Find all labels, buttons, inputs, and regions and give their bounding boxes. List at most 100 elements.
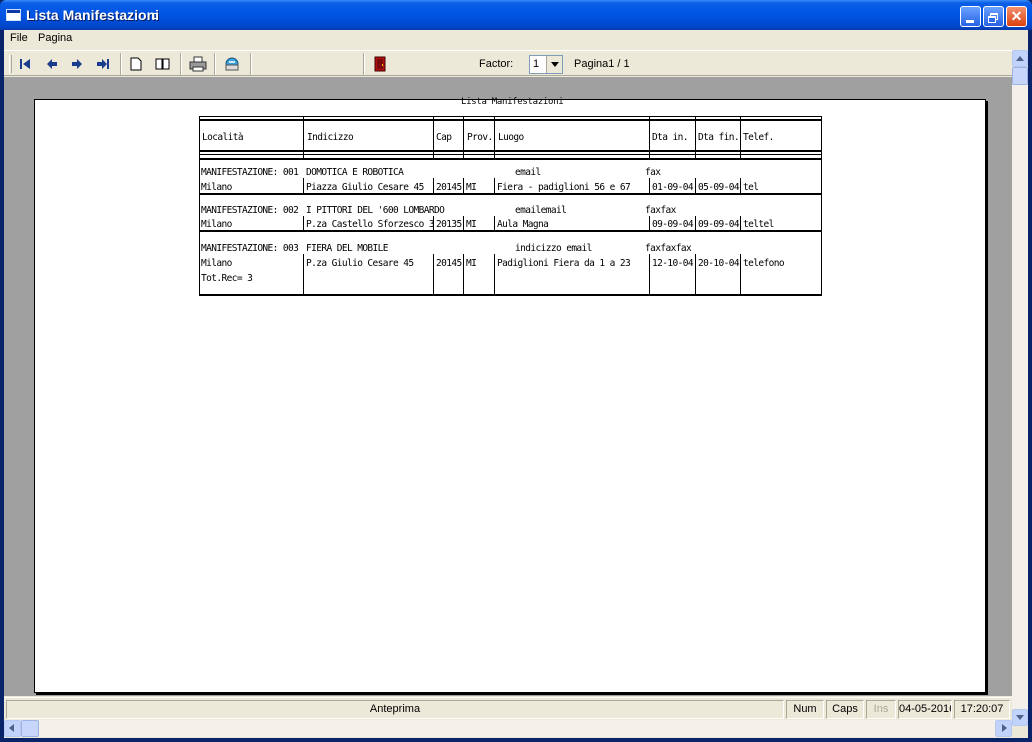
group-header: MANIFESTAZIONE: 003 bbox=[201, 243, 299, 254]
col-rule bbox=[303, 254, 304, 296]
scroll-down-icon[interactable] bbox=[1012, 709, 1028, 726]
cell-dta-fin: 20-10-04 bbox=[698, 258, 740, 269]
col-rule bbox=[494, 216, 495, 231]
cell-dta-fin: 09-09-04 bbox=[698, 219, 740, 230]
group-email: emailemail bbox=[515, 205, 567, 216]
cell-luogo: Fiera - padiglioni 56 e 67 bbox=[497, 182, 631, 193]
col-rule bbox=[463, 178, 464, 194]
col-header-dta-fin: Dta fin. bbox=[698, 132, 740, 143]
toolbar: Factor: 1 Pagina1 / 1 bbox=[4, 50, 1012, 76]
title-marker-icon bbox=[152, 13, 158, 19]
rule bbox=[199, 150, 822, 152]
col-header-indirizzo: Indicizzo bbox=[307, 132, 354, 143]
col-header-dta-in: Dta in. bbox=[652, 132, 688, 143]
col-rule bbox=[303, 116, 304, 160]
col-header-localita: Località bbox=[202, 132, 244, 143]
exit-door-icon bbox=[374, 56, 386, 72]
cell-telef: tel bbox=[743, 182, 759, 193]
single-page-button[interactable] bbox=[126, 54, 146, 74]
two-pages-icon bbox=[155, 58, 170, 70]
factor-select[interactable]: 1 bbox=[529, 55, 563, 74]
cell-dta-in: 12-10-04 bbox=[652, 258, 694, 269]
prev-page-icon bbox=[47, 59, 57, 69]
printer-icon bbox=[189, 56, 207, 72]
status-num: Num bbox=[786, 700, 824, 719]
toolbar-grip[interactable] bbox=[9, 55, 12, 73]
cell-prov: MI bbox=[466, 182, 477, 193]
two-pages-button[interactable] bbox=[153, 54, 173, 74]
group-email: indicizzo email bbox=[515, 243, 592, 254]
col-rule bbox=[740, 216, 741, 231]
col-rule bbox=[740, 116, 741, 160]
col-rule bbox=[494, 178, 495, 194]
page-indicator: Pagina1 / 1 bbox=[574, 58, 630, 70]
cell-indirizzo: Piazza Giulio Cesare 45 bbox=[306, 182, 424, 193]
minimize-icon bbox=[966, 20, 974, 23]
cell-dta-fin: 05-09-04 bbox=[698, 182, 740, 193]
horizontal-scroll-thumb[interactable] bbox=[21, 720, 39, 737]
status-main: Anteprima bbox=[6, 700, 784, 719]
cell-localita: Milano bbox=[201, 182, 232, 193]
col-rule bbox=[821, 116, 822, 296]
close-button[interactable]: ✕ bbox=[1006, 6, 1027, 27]
first-page-button[interactable] bbox=[16, 54, 36, 74]
cell-prov: MI bbox=[466, 219, 477, 230]
group-rule bbox=[199, 230, 822, 232]
title-bar[interactable]: Lista Manifestazioni ✕ bbox=[0, 0, 1032, 30]
scroll-left-icon[interactable] bbox=[4, 720, 21, 737]
next-page-button[interactable] bbox=[67, 54, 87, 74]
col-rule bbox=[740, 178, 741, 194]
report-title: Lista Manifestazioni bbox=[461, 97, 564, 107]
col-rule bbox=[649, 254, 650, 296]
group-rule bbox=[199, 294, 822, 296]
preview-area[interactable]: Lista Manifestazioni Località Indicizzo … bbox=[4, 77, 1012, 696]
col-rule bbox=[649, 178, 650, 194]
prev-page-button[interactable] bbox=[42, 54, 62, 74]
cell-cap: 20145 bbox=[436, 182, 462, 193]
export-icon bbox=[225, 57, 239, 71]
group-fax: faxfax bbox=[645, 205, 676, 216]
col-rule bbox=[695, 254, 696, 296]
rule bbox=[199, 116, 822, 117]
toolbar-separator bbox=[180, 53, 182, 75]
vertical-scroll-thumb[interactable] bbox=[1012, 67, 1028, 85]
chevron-down-icon[interactable] bbox=[546, 56, 562, 73]
menu-file[interactable]: File bbox=[6, 32, 32, 44]
toolbar-separator bbox=[250, 53, 252, 75]
exit-button[interactable] bbox=[370, 54, 390, 74]
rule bbox=[199, 154, 822, 155]
close-icon: ✕ bbox=[1010, 8, 1023, 24]
col-rule bbox=[433, 116, 434, 160]
export-button[interactable] bbox=[222, 54, 242, 74]
scroll-right-icon[interactable] bbox=[995, 720, 1012, 737]
cell-localita: Milano bbox=[201, 219, 232, 230]
cell-cap: 20135 bbox=[436, 219, 462, 230]
scroll-up-icon[interactable] bbox=[1012, 50, 1028, 67]
status-caps: Caps bbox=[826, 700, 864, 719]
col-rule bbox=[695, 216, 696, 231]
last-page-icon bbox=[97, 59, 109, 69]
group-rule bbox=[199, 193, 822, 195]
total-records: Tot.Rec= 3 bbox=[201, 273, 253, 284]
status-ins: Ins bbox=[866, 700, 896, 719]
restore-button[interactable] bbox=[983, 6, 1004, 27]
cell-luogo: Padiglioni Fiera da 1 a 23 bbox=[497, 258, 631, 269]
col-rule bbox=[463, 254, 464, 296]
cell-indirizzo: P.za Giulio Cesare 45 bbox=[306, 258, 414, 269]
menu-bar: File Pagina bbox=[4, 30, 1028, 49]
report-page: Lista Manifestazioni Località Indicizzo … bbox=[34, 97, 986, 693]
cell-prov: MI bbox=[466, 258, 477, 269]
minimize-button[interactable] bbox=[960, 6, 981, 27]
next-page-icon bbox=[72, 59, 82, 69]
col-header-luogo: Luogo bbox=[498, 132, 524, 143]
factor-label: Factor: bbox=[479, 58, 514, 70]
horizontal-scrollbar[interactable] bbox=[4, 720, 1012, 737]
vertical-scrollbar[interactable] bbox=[1012, 50, 1028, 726]
col-header-telef: Telef. bbox=[743, 132, 774, 143]
last-page-button[interactable] bbox=[93, 54, 113, 74]
print-button[interactable] bbox=[188, 54, 208, 74]
col-rule bbox=[303, 216, 304, 231]
menu-pagina[interactable]: Pagina bbox=[34, 32, 76, 44]
col-rule bbox=[649, 116, 650, 160]
status-time: 17:20:07 bbox=[954, 700, 1010, 719]
